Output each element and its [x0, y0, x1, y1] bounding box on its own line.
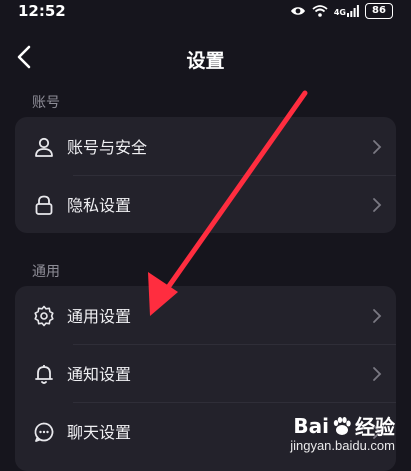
chevron-right-icon — [373, 140, 382, 154]
settings-item-label: 账号与安全 — [67, 138, 148, 157]
baidu-paw-logo — [333, 416, 351, 435]
chevron-right-icon — [373, 198, 382, 212]
watermark-suffix: 经验 — [355, 415, 395, 439]
eye-icon — [290, 7, 305, 15]
status-bar: 12:52 4G 86 — [0, 0, 411, 24]
status-time: 12:52 — [18, 2, 66, 20]
settings-item-notifications[interactable]: 通知设置 — [15, 344, 396, 402]
account-card: 账号与安全 隐私设置 — [15, 117, 396, 233]
settings-item-label: 通用设置 — [67, 307, 132, 326]
section-label-account: 账号 — [32, 95, 60, 111]
page-title: 设置 — [186, 50, 225, 72]
battery-icon: 86 — [365, 3, 393, 19]
lock-icon — [35, 195, 53, 215]
settings-item-general[interactable]: 通用设置 — [15, 286, 396, 344]
watermark-brand: Bai — [293, 413, 329, 438]
chat-icon — [34, 422, 54, 442]
watermark-url: jingyan.baidu.com — [290, 438, 395, 453]
nav-bar: 设置 — [0, 36, 411, 80]
chevron-right-icon — [373, 367, 382, 381]
gear-icon — [34, 305, 54, 327]
status-icons: 4G 86 — [290, 3, 393, 19]
settings-item-label: 隐私设置 — [67, 196, 132, 215]
settings-item-account-security[interactable]: 账号与安全 — [15, 117, 396, 175]
signal-icon: 4G — [334, 5, 359, 17]
wifi-icon — [312, 5, 328, 17]
chevron-right-icon — [373, 309, 382, 323]
network-type: 4G — [333, 8, 346, 17]
settings-item-label: 通知设置 — [67, 365, 132, 384]
person-icon — [35, 137, 53, 157]
settings-item-label: 聊天设置 — [67, 423, 132, 442]
settings-item-privacy[interactable]: 隐私设置 — [15, 175, 396, 233]
section-label-general: 通用 — [32, 264, 60, 280]
bell-icon — [35, 365, 53, 384]
baidu-watermark: Bai 经验 jingyan.baidu.com — [290, 411, 395, 454]
